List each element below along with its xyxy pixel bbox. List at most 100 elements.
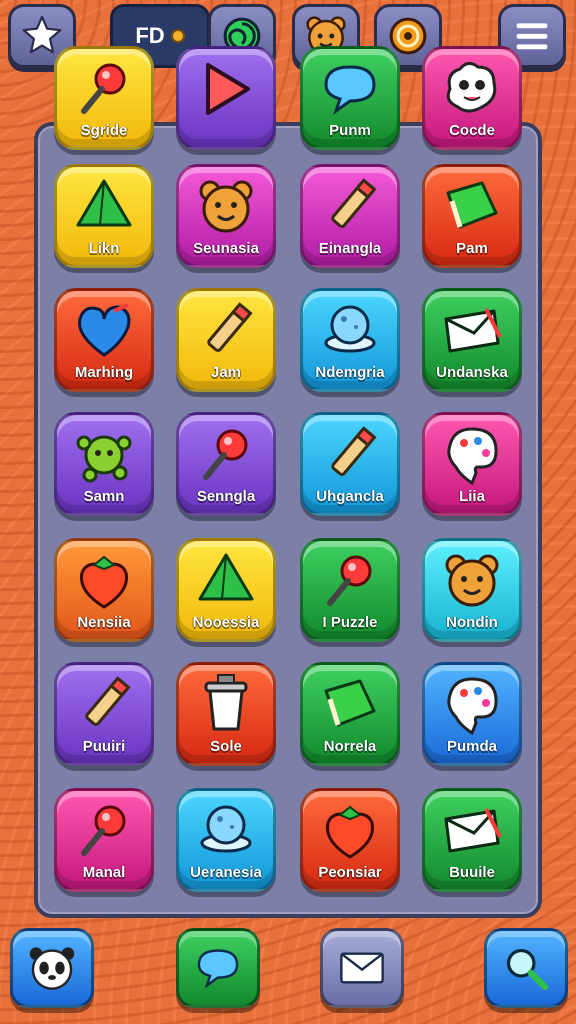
heart-icon — [78, 303, 131, 357]
app-tile[interactable]: Samn — [54, 412, 154, 516]
pencil-icon — [331, 426, 377, 476]
app-tile-art — [57, 419, 151, 491]
app-tile-label: Likn — [88, 240, 120, 257]
menu-icon — [516, 23, 548, 50]
app-tile[interactable]: Sole — [176, 662, 276, 766]
bear-icon — [199, 180, 253, 233]
app-tile[interactable]: Nensiia — [54, 538, 154, 642]
app-tile[interactable]: Puuiri — [54, 662, 154, 766]
app-tile-label: Jam — [210, 364, 242, 381]
pushpin-icon — [81, 805, 126, 856]
app-tile[interactable]: Norrela — [300, 662, 400, 766]
search-dock-button[interactable] — [484, 928, 568, 1008]
app-tile[interactable]: Ndemgria — [300, 288, 400, 392]
app-tile[interactable]: Seunasia — [176, 164, 276, 268]
app-tile-art — [425, 545, 519, 617]
app-tile[interactable]: Nooessia — [176, 538, 276, 642]
app-tile[interactable]: Punm — [300, 46, 400, 150]
app-tile-art — [179, 545, 273, 617]
app-tile-label: Sole — [210, 738, 242, 755]
app-tile-art — [303, 419, 397, 491]
pushpin-icon — [327, 555, 372, 606]
app-tile-art — [303, 171, 397, 243]
strawberry-icon — [325, 805, 375, 859]
app-tile-art — [57, 545, 151, 617]
app-tile-art — [179, 419, 273, 491]
app-tile-art — [179, 669, 273, 741]
app-tile[interactable]: Undanska — [422, 288, 522, 392]
app-tile-label: Seunasia — [193, 240, 259, 257]
app-tile-label: Einangla — [318, 240, 382, 257]
app-tile[interactable]: Peonsiar — [300, 788, 400, 892]
bear-icon — [445, 554, 499, 607]
app-tile[interactable]: Pumda — [422, 662, 522, 766]
play-arrow-icon — [206, 63, 250, 115]
app-tile-label: Nooessia — [192, 614, 260, 631]
app-tile-label: Buuile — [449, 864, 495, 881]
chat-dock-button[interactable] — [176, 928, 260, 1008]
chat-bubble-icon — [324, 65, 376, 115]
app-tile-art — [57, 171, 151, 243]
app-tile-art — [303, 795, 397, 867]
app-tile[interactable]: Jam — [176, 288, 276, 392]
app-tile-label: Puuiri — [82, 738, 126, 755]
search-icon — [506, 948, 549, 991]
germ-icon — [76, 435, 132, 483]
logo-text: FD — [135, 23, 165, 48]
app-tile[interactable]: Liia — [422, 412, 522, 516]
pencil-icon — [331, 178, 377, 228]
app-tile-art — [303, 295, 397, 367]
strawberry-icon — [79, 555, 129, 609]
app-tile[interactable] — [176, 46, 276, 150]
app-tile-label: Punm — [329, 122, 371, 139]
app-tile-label: Ndemgria — [315, 364, 385, 381]
app-tile[interactable]: Ueranesia — [176, 788, 276, 892]
app-tile-art — [57, 53, 151, 125]
envelope-icon — [444, 808, 502, 853]
mail-icon — [340, 952, 384, 984]
app-tile-label: Manal — [82, 864, 126, 881]
globe-icon — [200, 805, 252, 853]
app-tile[interactable]: Pam — [422, 164, 522, 268]
app-tile[interactable]: Uhgancla — [300, 412, 400, 516]
monster-face-icon — [446, 62, 497, 113]
app-tile[interactable]: Einangla — [300, 164, 400, 268]
app-tile-label: Samn — [83, 488, 125, 505]
pencil-icon — [207, 302, 253, 352]
app-tile-label: Liia — [459, 488, 485, 505]
app-tile-label: Ueranesia — [190, 864, 262, 881]
app-tile-art — [57, 795, 151, 867]
app-tile[interactable]: I Puzzle — [300, 538, 400, 642]
palette-icon — [447, 427, 498, 486]
app-tile-art — [425, 171, 519, 243]
panda-dock-button[interactable] — [10, 928, 94, 1008]
app-tile-art — [303, 545, 397, 617]
cup-icon — [204, 674, 248, 731]
app-tile-art — [57, 295, 151, 367]
app-tile-art — [179, 795, 273, 867]
app-tile-label: Pumda — [446, 738, 497, 755]
app-tile-label: Marhing — [74, 364, 134, 381]
panda-icon — [29, 947, 75, 990]
app-tile-label: Senngla — [196, 488, 256, 505]
pencil-icon — [85, 676, 131, 726]
app-tile[interactable]: Senngla — [176, 412, 276, 516]
app-tile[interactable]: Marhing — [54, 288, 154, 392]
app-tile[interactable]: Nondin — [422, 538, 522, 642]
app-tile[interactable]: Sgride — [54, 46, 154, 150]
app-tile-art — [425, 419, 519, 491]
app-tile-art — [179, 53, 273, 125]
app-tile-label: Nondin — [446, 614, 498, 631]
app-tile[interactable]: Manal — [54, 788, 154, 892]
pushpin-icon — [203, 429, 248, 480]
app-tile[interactable]: Cocde — [422, 46, 522, 150]
chat-bubble-icon — [197, 949, 239, 989]
app-tile-art — [425, 53, 519, 125]
mail-dock-button[interactable] — [320, 928, 404, 1008]
app-tile-label: Pam — [456, 240, 488, 257]
globe-icon — [324, 305, 376, 353]
app-tile-art — [425, 295, 519, 367]
pushpin-icon — [81, 63, 126, 114]
app-tile[interactable]: Buuile — [422, 788, 522, 892]
app-tile[interactable]: Likn — [54, 164, 154, 268]
